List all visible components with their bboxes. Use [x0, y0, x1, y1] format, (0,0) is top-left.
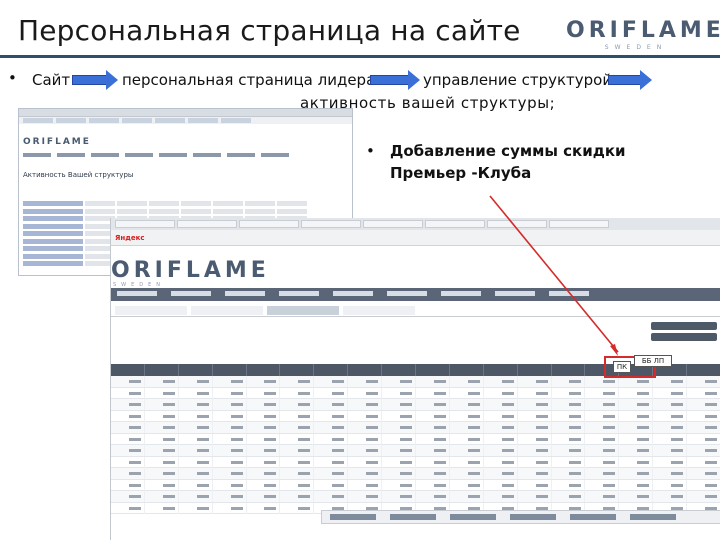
bookmark-yandex: Яндекс [115, 233, 145, 242]
title-divider [0, 55, 720, 58]
table-row [111, 410, 720, 422]
path-step-site: Сайт [32, 71, 71, 89]
pk-column-label: ПК [613, 361, 631, 373]
table-row [111, 399, 720, 411]
bullet: • [366, 142, 375, 160]
browser-bar [19, 109, 352, 117]
bb-lp-column-label: ББ ЛП [634, 355, 672, 367]
browser-tabs [111, 218, 720, 230]
oriflame-logo: ORIFLAME SWEDEN [566, 18, 720, 51]
site-navbar [111, 288, 720, 301]
table-row [111, 387, 720, 399]
logo-subtitle: SWEDEN [604, 44, 668, 51]
premier-club-text: Добавление суммы скидки Премьер -Клуба [390, 142, 626, 182]
navigation-path: • Сайт персональная страница лидера упра… [0, 69, 720, 112]
slide-title: Персональная страница на сайте [18, 14, 521, 47]
table-row [111, 433, 720, 445]
logo-wordmark: ORIFLAME [566, 18, 720, 43]
table-row [111, 491, 720, 503]
browser-tabs [19, 117, 352, 124]
right-arrow-icon [72, 70, 118, 90]
screenshot-activity-table: Яндекс ORIFLAME SWEDEN [110, 218, 720, 540]
bullet: • [8, 69, 17, 87]
screenshot-heading: Активность Вашей структуры [23, 171, 134, 179]
table-row [111, 468, 720, 480]
table-footer-actions [321, 510, 720, 524]
table-row [111, 479, 720, 491]
action-buttons [651, 322, 717, 344]
right-arrow-icon [370, 70, 420, 90]
table-row [111, 422, 720, 434]
table-row [111, 445, 720, 457]
path-step-structure-management: управление структурой [423, 71, 613, 89]
activity-table [111, 364, 720, 514]
path-step-personal-page: персональная страница лидера [122, 71, 376, 89]
bookmarks-bar: Яндекс [111, 230, 720, 246]
table-row [111, 456, 720, 468]
site-subtabs [111, 306, 720, 317]
right-arrow-icon [608, 70, 652, 90]
screenshot-logo: ORIFLAME [23, 137, 91, 147]
screenshot-nav [23, 153, 289, 157]
screenshot-logo: ORIFLAME [111, 258, 270, 283]
